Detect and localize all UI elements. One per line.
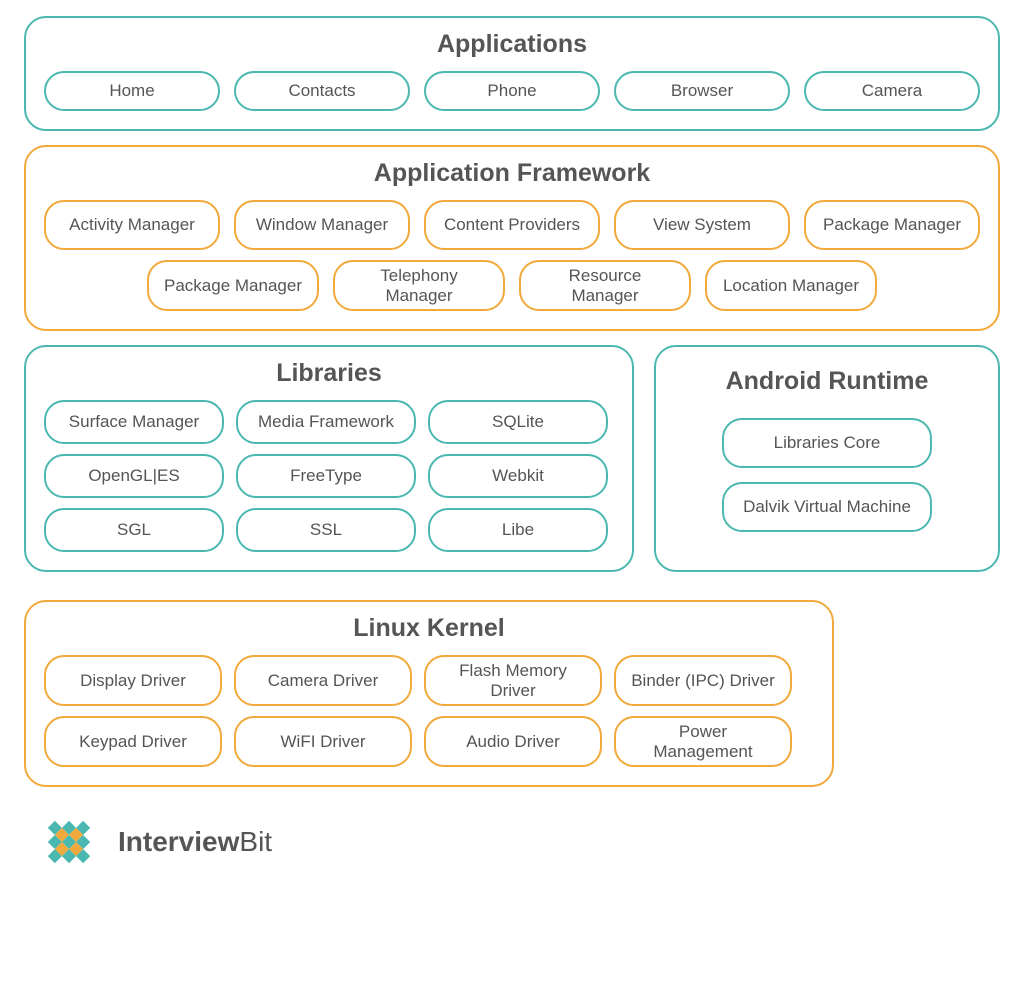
item-browser: Browser [614, 71, 790, 111]
libraries-row-1: Surface Manager Media Framework SQLite [44, 400, 614, 444]
layer-framework: Application Framework Activity Manager W… [24, 145, 1000, 331]
item-wifi-driver: WiFI Driver [234, 716, 412, 767]
item-opengl-es: OpenGL|ES [44, 454, 224, 498]
item-binder-ipc-driver: Binder (IPC) Driver [614, 655, 792, 706]
item-window-manager: Window Manager [234, 200, 410, 250]
item-display-driver: Display Driver [44, 655, 222, 706]
item-view-system: View System [614, 200, 790, 250]
item-sqlite: SQLite [428, 400, 608, 444]
item-home: Home [44, 71, 220, 111]
item-power-management: Power Management [614, 716, 792, 767]
item-libraries-core: Libraries Core [722, 418, 932, 468]
libraries-row-2: OpenGL|ES FreeType Webkit [44, 454, 614, 498]
framework-row-2: Package Manager Telephony Manager Resour… [44, 260, 980, 311]
kernel-row-1: Display Driver Camera Driver Flash Memor… [44, 655, 814, 706]
item-keypad-driver: Keypad Driver [44, 716, 222, 767]
layer-title-framework: Application Framework [44, 159, 980, 188]
item-ssl: SSL [236, 508, 416, 552]
libraries-runtime-row: Libraries Surface Manager Media Framewor… [24, 345, 1000, 586]
layer-libraries: Libraries Surface Manager Media Framewor… [24, 345, 634, 572]
item-content-providers: Content Providers [424, 200, 600, 250]
item-media-framework: Media Framework [236, 400, 416, 444]
layer-title-libraries: Libraries [44, 359, 614, 388]
layer-title-kernel: Linux Kernel [44, 614, 814, 643]
item-audio-driver: Audio Driver [424, 716, 602, 767]
item-surface-manager: Surface Manager [44, 400, 224, 444]
item-webkit: Webkit [428, 454, 608, 498]
item-activity-manager: Activity Manager [44, 200, 220, 250]
item-package-manager-2: Package Manager [147, 260, 319, 311]
logo-icon [34, 807, 105, 878]
kernel-row-2: Keypad Driver WiFI Driver Audio Driver P… [44, 716, 814, 767]
item-telephony-manager: Telephony Manager [333, 260, 505, 311]
item-contacts: Contacts [234, 71, 410, 111]
libraries-row-3: SGL SSL Libe [44, 508, 614, 552]
framework-row-1: Activity Manager Window Manager Content … [44, 200, 980, 250]
item-libe: Libe [428, 508, 608, 552]
item-flash-memory-driver: Flash Memory Driver [424, 655, 602, 706]
item-phone: Phone [424, 71, 600, 111]
layer-kernel: Linux Kernel Display Driver Camera Drive… [24, 600, 834, 787]
item-package-manager: Package Manager [804, 200, 980, 250]
layer-applications: Applications Home Contacts Phone Browser… [24, 16, 1000, 131]
item-resource-manager: Resource Manager [519, 260, 691, 311]
item-sgl: SGL [44, 508, 224, 552]
logo-text: InterviewBit [118, 826, 272, 858]
layer-title-applications: Applications [44, 30, 980, 59]
applications-row: Home Contacts Phone Browser Camera [44, 71, 980, 111]
logo: InterviewBit [44, 807, 1000, 877]
item-camera-driver: Camera Driver [234, 655, 412, 706]
item-location-manager: Location Manager [705, 260, 877, 311]
item-camera: Camera [804, 71, 980, 111]
layer-runtime: Android Runtime Libraries Core Dalvik Vi… [654, 345, 1000, 572]
layer-title-runtime: Android Runtime [674, 367, 980, 396]
item-freetype: FreeType [236, 454, 416, 498]
item-dalvik-vm: Dalvik Virtual Machine [722, 482, 932, 532]
